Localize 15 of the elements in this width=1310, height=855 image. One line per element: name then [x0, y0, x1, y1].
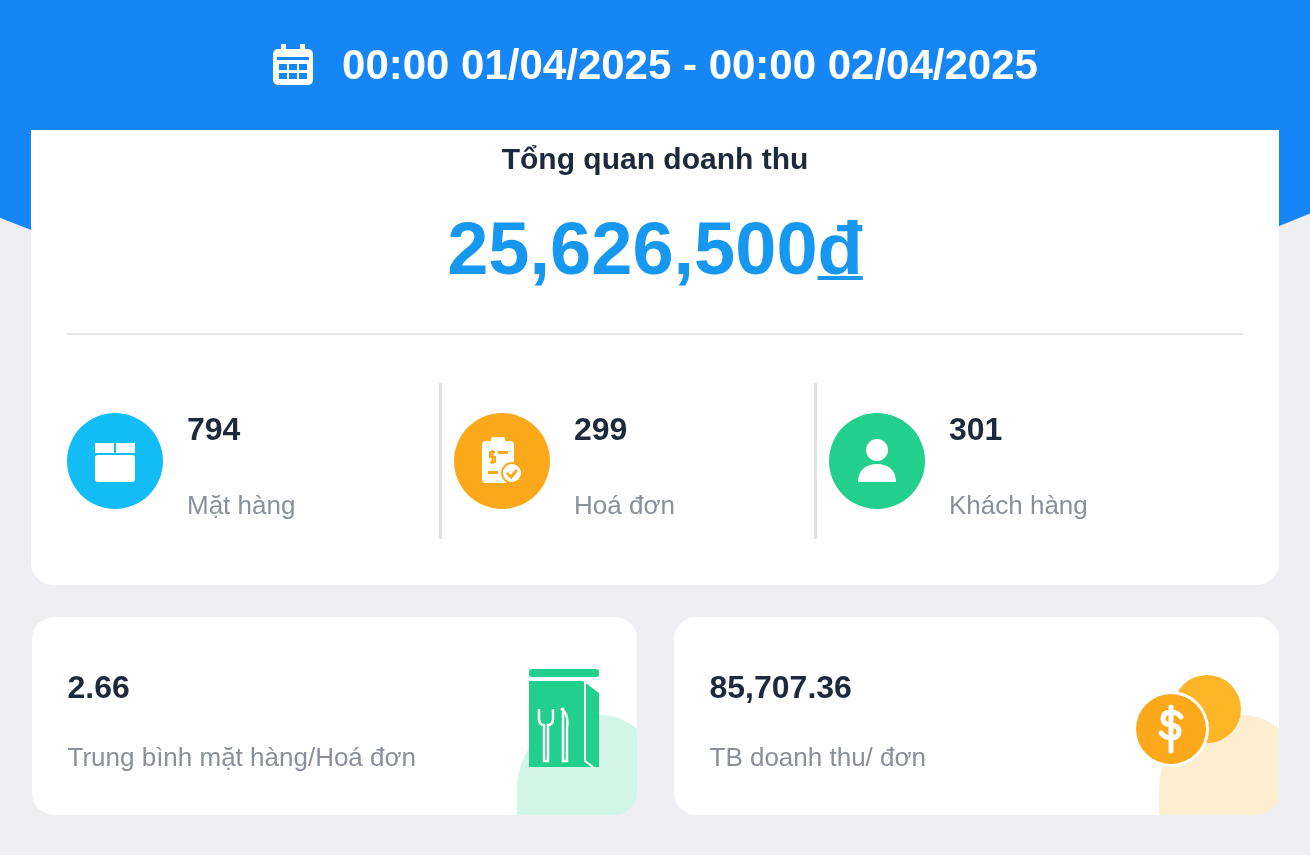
average-value: 2.66	[67, 669, 131, 706]
card-title: Tổng quan doanh thu	[501, 142, 809, 176]
stat-label: Mặt hàng	[187, 490, 296, 521]
stat-value: 301	[949, 411, 1004, 448]
stat-label: Hoá đơn	[574, 490, 675, 521]
calendar-icon	[272, 44, 315, 86]
stat-value: 299	[574, 411, 629, 448]
stat-value: 794	[187, 411, 242, 448]
average-label: TB doanh thu/ đơn	[709, 742, 928, 773]
total-revenue: 25,626,500đ	[447, 206, 863, 291]
average-label: Trung bình mặt hàng/Hoá đơn	[67, 742, 418, 773]
person-icon	[856, 438, 898, 484]
average-value: 85,707.36	[709, 669, 853, 706]
stat-label: Khách hàng	[949, 490, 1088, 521]
date-range[interactable]: 00:00 01/04/2025 - 00:00 02/04/2025	[342, 41, 1038, 89]
